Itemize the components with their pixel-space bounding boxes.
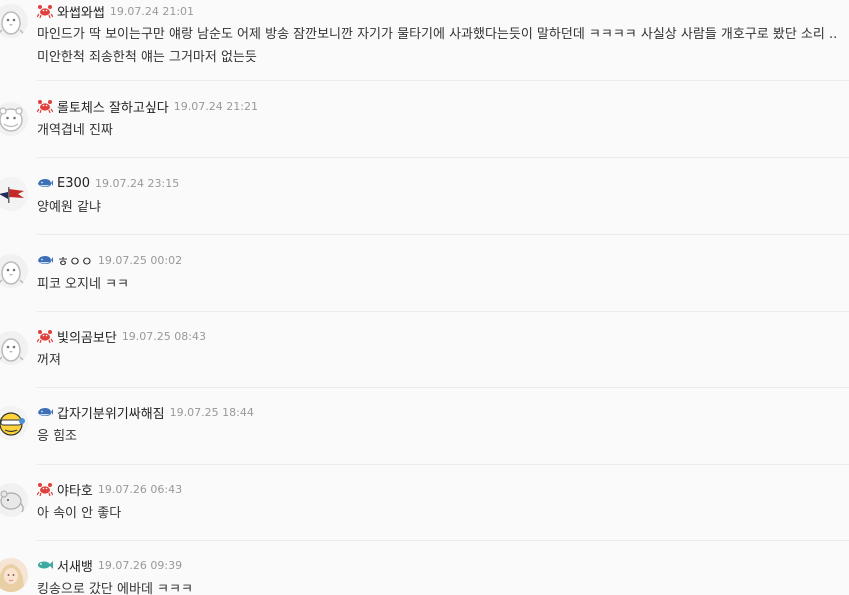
flag-avatar[interactable] <box>0 177 28 211</box>
comment-date: 19.07.24 21:21 <box>173 99 258 113</box>
crab-icon <box>37 4 53 18</box>
comment-item: 와썹와썹 19.07.24 21:01 마인드가 딱 보이는구만 얘랑 남순도 … <box>0 0 849 81</box>
comment-meta: 롤토체스 잘하고싶다 19.07.24 21:21 <box>37 97 258 116</box>
mouse-avatar[interactable] <box>0 483 28 517</box>
penguin-avatar[interactable] <box>0 4 28 38</box>
comment-text: 킹송으로 갔단 에바데 ㅋㅋㅋ <box>37 582 193 595</box>
crab-icon <box>37 482 53 496</box>
comment-text: 아 속이 안 좋다 <box>37 506 122 521</box>
comment-meta: 와썹와썹 19.07.24 21:01 <box>37 2 195 21</box>
comment-meta: E300 19.07.24 23:15 <box>37 174 179 192</box>
comment-item: 롤토체스 잘하고싶다 19.07.24 21:21 개역겹네 진짜 <box>0 81 849 158</box>
comment-text: 응 힘조 <box>37 429 78 444</box>
comment-date: 19.07.26 06:43 <box>97 482 183 496</box>
comment-item: E300 19.07.24 23:15 양예원 같냐 <box>0 158 849 235</box>
comment-item: 갑자기분위기싸해짐 19.07.25 18:44 응 힘조 <box>0 388 849 465</box>
comment-date: 19.07.25 00:02 <box>97 253 183 267</box>
comment-nickname[interactable]: 갑자기분위기싸해짐 <box>57 403 165 422</box>
comment-item: 서새뱅 19.07.26 09:39 킹송으로 갔단 에바데 ㅋㅋㅋ <box>0 541 849 595</box>
comment-nickname[interactable]: 야타호 <box>57 480 93 499</box>
penguin-avatar[interactable] <box>0 254 28 288</box>
comment-nickname[interactable]: E300 <box>57 176 90 191</box>
comment-date: 19.07.24 21:01 <box>109 4 195 18</box>
comment-item: 야타호 19.07.26 06:43 아 속이 안 좋다 <box>0 465 849 541</box>
comment-nickname[interactable]: 빛의곰보단 <box>57 327 117 346</box>
comment-text: 피코 오지네 ㅋㅋ <box>37 277 129 292</box>
comment-meta: 야타호 19.07.26 06:43 <box>37 480 183 499</box>
crab-icon <box>37 99 53 113</box>
comment-date: 19.07.25 08:43 <box>121 329 206 343</box>
comment-meta: ㅎㅇㅇ 19.07.25 00:02 <box>37 251 183 270</box>
crab-icon <box>37 329 53 343</box>
yellow-face-avatar[interactable] <box>0 406 28 440</box>
comment-text: 꺼져 <box>37 353 61 368</box>
hamster-avatar[interactable] <box>0 102 28 136</box>
comment-meta: 서새뱅 19.07.26 09:39 <box>37 556 183 575</box>
comment-item: ㅎㅇㅇ 19.07.25 00:02 피코 오지네 ㅋㅋ <box>0 235 849 312</box>
comment-date: 19.07.24 23:15 <box>95 176 180 190</box>
comment-nickname[interactable]: 서새뱅 <box>57 556 93 575</box>
comment-meta: 빛의곰보단 19.07.25 08:43 <box>37 327 206 346</box>
comment-nickname[interactable]: ㅎㅇㅇ <box>57 251 93 270</box>
comment-date: 19.07.25 18:44 <box>169 405 254 419</box>
comment-text: 마인드가 딱 보이는구만 얘랑 남순도 어제 방송 잠깐보니깐 자기가 물타기에… <box>37 27 838 65</box>
comment-list: 와썹와썹 19.07.24 21:01 마인드가 딱 보이는구만 얘랑 남순도 … <box>0 0 849 595</box>
whale-icon <box>37 405 53 419</box>
comment-meta: 갑자기분위기싸해짐 19.07.25 18:44 <box>37 403 254 422</box>
comment-date: 19.07.26 09:39 <box>97 558 183 572</box>
comment-text: 양예원 같냐 <box>37 200 101 215</box>
comment-nickname[interactable]: 롤토체스 잘하고싶다 <box>57 97 169 116</box>
penguin-avatar[interactable] <box>0 331 28 365</box>
comment-item: 빛의곰보단 19.07.25 08:43 꺼져 <box>0 312 849 388</box>
photo-avatar[interactable] <box>0 558 28 592</box>
whale-icon <box>37 253 53 267</box>
comment-text: 개역겹네 진짜 <box>37 123 113 138</box>
comment-nickname[interactable]: 와썹와썹 <box>57 2 105 21</box>
fish-icon <box>37 558 53 572</box>
whale-icon <box>37 176 53 190</box>
